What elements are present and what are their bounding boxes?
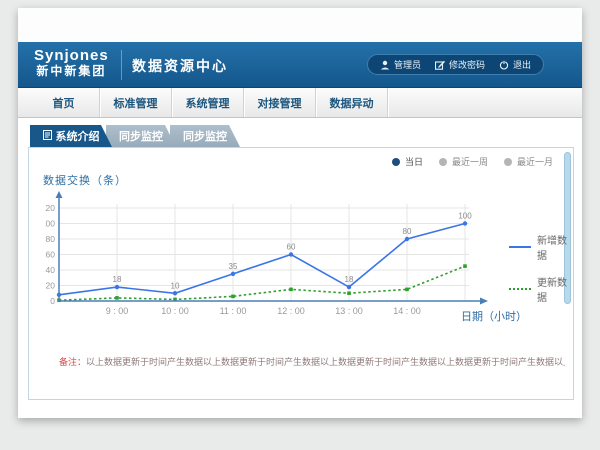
svg-text:120: 120 [45,203,55,213]
content-card: 当日 最近一周 最近一月 数据交换（条） 0204060801001209 : … [28,147,574,400]
user-bar: 管理员 修改密码 退出 [367,54,544,75]
legend-item-update-data[interactable]: 更新数据 [509,274,573,304]
tab-sync-monitor-1[interactable]: 同步监控 [106,125,176,147]
svg-text:80: 80 [403,227,412,236]
brand-logo-cn: 新中新集团 [34,64,109,78]
logout-label: 退出 [513,58,531,71]
svg-text:60: 60 [287,243,296,252]
svg-text:35: 35 [229,262,238,271]
tab-sync-monitor-2[interactable]: 同步监控 [170,125,240,147]
header-divider [121,50,122,80]
tab-label: 系统介绍 [56,128,100,144]
svg-text:12 : 00: 12 : 00 [277,306,305,316]
radio-last-month[interactable]: 最近一月 [504,155,553,168]
footnote-prefix: 备注： [59,357,86,367]
radio-dot [392,158,400,166]
svg-text:10 : 00: 10 : 00 [161,306,189,316]
svg-text:11 : 00: 11 : 00 [220,306,247,316]
brand-logo-en: Synjones [34,47,109,64]
app-header: Synjones 新中新集团 数据资源中心 管理员 修改密码 [18,42,582,88]
current-user-label: 管理员 [394,58,421,71]
nav-item-data-change[interactable]: 数据异动 [316,88,388,117]
dotted-line-swatch [509,284,531,295]
tab-label: 同步监控 [119,128,163,144]
edit-icon [435,60,445,70]
radio-last-week[interactable]: 最近一周 [439,155,488,168]
main-nav: 首页 标准管理 系统管理 对接管理 数据异动 [18,88,582,118]
tab-system-intro[interactable]: 系统介绍 [30,125,112,147]
legend-label: 更新数据 [537,274,573,304]
current-user[interactable]: 管理员 [380,58,421,71]
svg-text:20: 20 [46,281,56,291]
solid-line-swatch [509,242,531,253]
tab-bar: 系统介绍 同步监控 同步监控 [30,125,240,147]
nav-item-home[interactable]: 首页 [28,88,100,117]
app-window: Synjones 新中新集团 数据资源中心 管理员 修改密码 [18,8,582,418]
nav-item-system-mgmt[interactable]: 系统管理 [172,88,244,117]
svg-text:80: 80 [46,234,56,244]
radio-dot [504,158,512,166]
svg-text:14 : 00: 14 : 00 [393,306,421,316]
svg-text:0: 0 [50,296,55,306]
legend-label: 新增数据 [537,232,573,262]
legend-item-new-data[interactable]: 新增数据 [509,232,573,262]
radio-label: 最近一周 [452,155,488,168]
brand-logo[interactable]: Synjones 新中新集团 [34,47,109,78]
svg-text:40: 40 [46,265,56,275]
logout-button[interactable]: 退出 [499,58,531,71]
x-axis-title: 日期（小时） [461,308,527,324]
chart-legend: 新增数据 更新数据 [509,232,573,304]
svg-text:100: 100 [45,219,55,229]
change-password-label: 修改密码 [449,58,485,71]
nav-item-standard-mgmt[interactable]: 标准管理 [100,88,172,117]
user-icon [380,60,390,70]
svg-text:9 : 00: 9 : 00 [106,306,129,316]
svg-text:10: 10 [171,281,180,290]
radio-today[interactable]: 当日 [392,155,423,168]
tab-label: 同步监控 [183,128,227,144]
change-password-button[interactable]: 修改密码 [435,58,485,71]
time-range-filter: 当日 最近一周 最近一月 [392,155,553,168]
svg-text:13 : 00: 13 : 00 [335,306,363,316]
svg-text:18: 18 [113,275,122,284]
top-strip [18,8,582,42]
page-title: 数据资源中心 [132,56,228,76]
radio-dot [439,158,447,166]
document-icon [43,130,52,143]
power-icon [499,60,509,70]
radio-label: 当日 [405,155,423,168]
svg-text:60: 60 [46,250,56,260]
nav-item-interface-mgmt[interactable]: 对接管理 [244,88,316,117]
svg-text:100: 100 [458,212,472,221]
radio-label: 最近一月 [517,155,553,168]
svg-text:18: 18 [345,275,354,284]
footnote: 备注：以上数据更新于时间产生数据以上数据更新于时间产生数据以上数据更新于时间产生… [59,355,565,368]
footnote-body: 以上数据更新于时间产生数据以上数据更新于时间产生数据以上数据更新于时间产生数据以… [86,357,565,367]
